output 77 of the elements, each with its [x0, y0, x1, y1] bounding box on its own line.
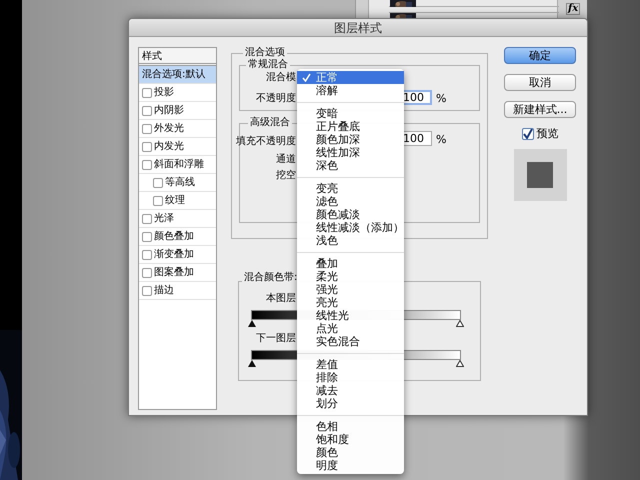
- checkbox[interactable]: [522, 128, 534, 140]
- menu-item[interactable]: 亮光: [297, 296, 404, 309]
- slider-label: 下一图层: [256, 332, 296, 345]
- menu-item[interactable]: 明度: [297, 459, 404, 472]
- menu-item[interactable]: 强光: [297, 283, 404, 296]
- group-title: 高级混合: [249, 117, 291, 129]
- checkbox[interactable]: [142, 268, 152, 278]
- menu-item[interactable]: 柔光: [297, 270, 404, 283]
- menu-item[interactable]: 叠加: [297, 257, 404, 270]
- menu-item[interactable]: 线性减淡（添加）: [297, 221, 404, 234]
- menu-item[interactable]: 线性光: [297, 309, 404, 322]
- field-label: 通道: [276, 153, 296, 166]
- fx-icon[interactable]: fx: [566, 3, 580, 15]
- group-title: 混合颜色带:: [242, 271, 300, 284]
- style-list-item[interactable]: 内发光: [154, 139, 184, 154]
- checkbox[interactable]: [142, 214, 152, 224]
- style-list-item[interactable]: 光泽: [154, 211, 174, 226]
- menu-item[interactable]: 浅色: [297, 234, 404, 247]
- group-title: 混合选项: [244, 47, 286, 58]
- style-list-item[interactable]: 斜面和浮雕: [154, 157, 204, 172]
- menu-item[interactable]: 减去: [297, 384, 404, 397]
- menu-item[interactable]: 点光: [297, 322, 404, 335]
- checkbox[interactable]: [142, 106, 152, 116]
- checkbox[interactable]: [142, 250, 152, 260]
- check-icon: [302, 73, 311, 82]
- menu-item[interactable]: 正片叠底: [297, 120, 404, 133]
- field-label: 填充不透明度: [236, 135, 296, 148]
- preview-swatch: [514, 148, 566, 200]
- slider-handle[interactable]: [248, 360, 256, 367]
- checkbox[interactable]: [153, 178, 163, 188]
- unit-label: %: [436, 132, 446, 148]
- menu-item[interactable]: 变暗: [297, 107, 404, 120]
- checkbox[interactable]: [142, 124, 152, 134]
- style-list-item[interactable]: 混合选项:默认: [139, 66, 216, 84]
- menu-item[interactable]: 色相: [297, 420, 404, 433]
- menu-item[interactable]: 颜色减淡: [297, 208, 404, 221]
- menu-item[interactable]: 正常: [297, 71, 404, 84]
- menu-item[interactable]: 实色混合: [297, 335, 404, 348]
- menu-item[interactable]: 差值: [297, 358, 404, 371]
- checkbox[interactable]: [142, 142, 152, 152]
- menu-item[interactable]: 颜色: [297, 446, 404, 459]
- dialog-button[interactable]: 新建样式...: [504, 101, 576, 118]
- field-label: 混合模: [266, 71, 296, 84]
- checkbox[interactable]: [142, 286, 152, 296]
- dialog-button[interactable]: 确定: [504, 47, 576, 64]
- menu-item[interactable]: 饱和度: [297, 433, 404, 446]
- style-list-item[interactable]: 内阴影: [154, 103, 184, 118]
- checkbox[interactable]: [142, 88, 152, 98]
- unit-label: %: [436, 91, 446, 107]
- style-list-item[interactable]: 描边: [154, 283, 174, 298]
- style-list-item[interactable]: 颜色叠加: [154, 229, 194, 244]
- checkbox[interactable]: [142, 232, 152, 242]
- style-list-item[interactable]: 渐变叠加: [154, 247, 194, 262]
- checkbox-label: 预览: [536, 126, 558, 142]
- menu-item[interactable]: 滤色: [297, 195, 404, 208]
- list-header: 样式: [139, 48, 216, 66]
- field-label: 挖空: [276, 169, 296, 182]
- slider-handle[interactable]: [248, 320, 256, 327]
- dialog-button[interactable]: 取消: [504, 74, 576, 91]
- style-list-item[interactable]: 纹理: [165, 193, 185, 208]
- menu-item[interactable]: 划分: [297, 397, 404, 410]
- checkbox[interactable]: [142, 160, 152, 170]
- menu-item[interactable]: 排除: [297, 371, 404, 384]
- field-label: 不透明度: [256, 92, 296, 105]
- slider-handle[interactable]: [456, 320, 464, 327]
- group-title: 常规混合: [247, 59, 289, 71]
- menu-item[interactable]: 线性加深: [297, 146, 404, 159]
- menu-item[interactable]: 深色: [297, 159, 404, 172]
- checkbox[interactable]: [153, 196, 163, 206]
- menu-item[interactable]: 变亮: [297, 182, 404, 195]
- slider-label: 本图层: [266, 292, 296, 305]
- window-title: 图层样式: [129, 19, 587, 37]
- slider-handle[interactable]: [456, 360, 464, 367]
- style-list-item[interactable]: 等高线: [165, 175, 195, 190]
- style-list-item[interactable]: 投影: [154, 85, 174, 100]
- style-list-item[interactable]: 外发光: [154, 121, 184, 136]
- style-list-item[interactable]: 图案叠加: [154, 265, 194, 280]
